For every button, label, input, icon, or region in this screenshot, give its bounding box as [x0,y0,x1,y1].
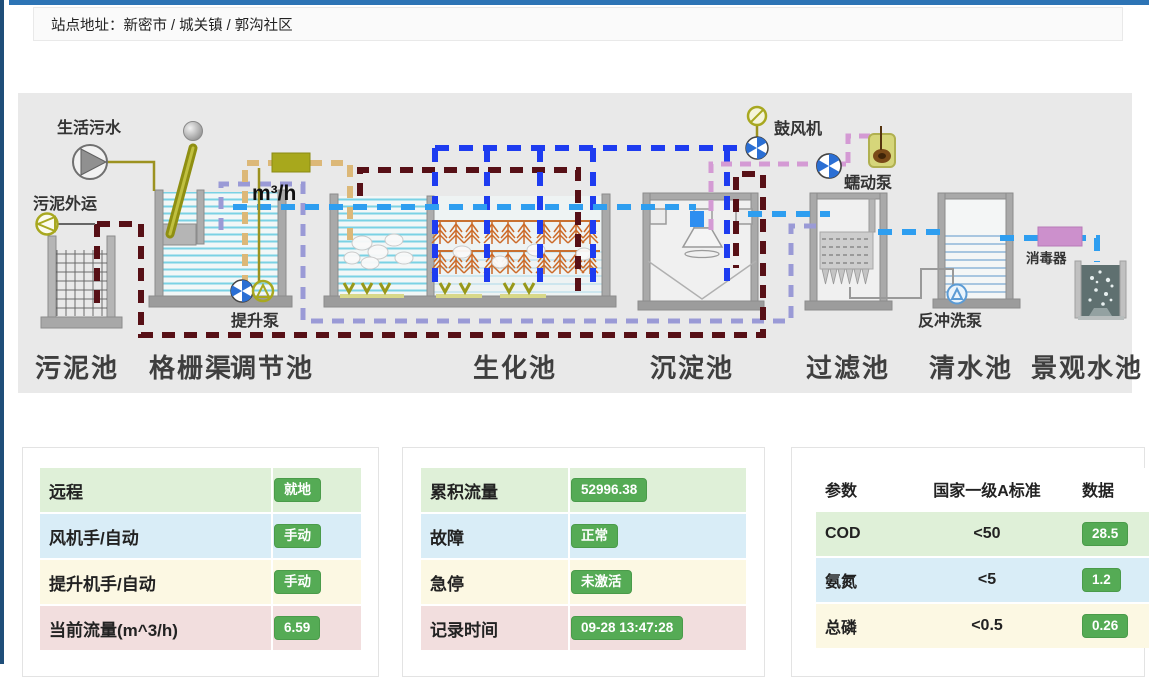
conveyor-ball [184,122,203,141]
control-panel: 远程 就地 风机手/自动 手动 提升机手/自动 手动 当前流量(m^3/h) 6… [22,447,379,677]
tank-clean-water [933,193,1020,308]
tank-filter [805,193,892,310]
label-tank-clean-water: 清水池 [929,353,1013,383]
flow-meter [272,153,310,172]
disinfector-unit [1038,227,1082,246]
water-quality-panel: 参数 国家一级A标准 数据 COD <50 28.5 氨氮 <5 1.2 总磷 … [791,447,1145,677]
value-badge: 6.59 [274,616,320,640]
clarifier-inlet-water [690,211,704,227]
param-name: COD [816,511,916,557]
label-tank-regulating: 调节池 [230,353,314,383]
tank-landscape-pond [1075,261,1126,320]
label-tank-biochemical: 生化池 [473,353,557,383]
label-backwash-pump: 反冲洗泵 [918,311,982,330]
row-label: 累积流量 [421,468,569,513]
label-tank-grid: 格栅渠 [149,353,233,383]
timestamp-badge: 09-28 13:47:28 [571,616,683,640]
label-peristaltic-pump: 蠕动泵 [844,173,892,192]
table-row: 当前流量(m^3/h) 6.59 [40,605,361,650]
label-tank-landscape: 景观水池 [1031,353,1143,383]
table-row: 提升机手/自动 手动 [40,559,361,605]
row-label: 记录时间 [421,605,569,650]
param-name: 总磷 [816,603,916,648]
tank-sedimentation [638,193,764,310]
table-row: 急停 未激活 [421,559,746,605]
sludge-out-pump-icon [37,214,58,235]
param-name: 氨氮 [816,557,916,603]
value-badge: 28.5 [1082,522,1128,546]
control-table: 远程 就地 风机手/自动 手动 提升机手/自动 手动 当前流量(m^3/h) 6… [40,468,361,650]
status-table: 累积流量 52996.38 故障 正常 急停 未激活 记录时间 09-28 13… [421,468,746,650]
label-sludge-outbound: 污泥外运 [33,194,97,213]
row-label: 故障 [421,513,569,559]
table-row: 故障 正常 [421,513,746,559]
backwash-pump-icon [948,285,967,304]
table-row: COD <50 28.5 [816,511,1149,557]
col-header-standard: 国家一级A标准 [916,468,1058,511]
tank-biochemical [324,194,616,307]
table-row: 风机手/自动 手动 [40,513,361,559]
row-label: 风机手/自动 [40,513,272,559]
label-flow-unit: m³/h [252,182,296,205]
param-standard: <50 [916,511,1058,557]
table-row: 远程 就地 [40,468,361,513]
status-panel: 累积流量 52996.38 故障 正常 急停 未激活 记录时间 09-28 13… [402,447,765,677]
status-badge: 未激活 [571,570,632,594]
param-standard: <5 [916,557,1058,603]
row-label: 提升机手/自动 [40,559,272,605]
label-tank-filter: 过滤池 [806,353,890,383]
status-badge: 手动 [274,524,321,548]
row-label: 当前流量(m^3/h) [40,605,272,650]
value-badge: 52996.38 [571,478,647,502]
param-standard: <0.5 [916,603,1058,648]
label-disinfector: 消毒器 [1026,250,1067,266]
value-badge: 1.2 [1082,568,1121,592]
sewage-pump-icon [73,145,107,179]
label-sewage-inlet: 生活污水 [57,118,122,137]
status-badge: 手动 [274,570,321,594]
table-row: 记录时间 09-28 13:47:28 [421,605,746,650]
col-header-parameter: 参数 [816,468,916,511]
table-row: 总磷 <0.5 0.26 [816,603,1149,648]
value-badge: 0.26 [1082,614,1128,638]
col-header-data: 数据 [1058,468,1149,511]
status-badge: 就地 [274,478,321,502]
row-label: 远程 [40,468,272,513]
table-row: 累积流量 52996.38 [421,468,746,513]
status-badge: 正常 [571,524,618,548]
quality-table: 参数 国家一级A标准 数据 COD <50 28.5 氨氮 <5 1.2 总磷 … [816,468,1149,648]
label-tank-sludge: 污泥池 [35,353,119,383]
row-label: 急停 [421,559,569,605]
label-lift-pump: 提升泵 [231,312,279,330]
label-tank-sedimentation: 沉淀池 [650,353,734,383]
label-blower: 鼓风机 [774,119,822,138]
table-row: 氨氮 <5 1.2 [816,557,1149,603]
blower-valve-icon [748,107,766,125]
table-header-row: 参数 国家一级A标准 数据 [816,468,1149,511]
